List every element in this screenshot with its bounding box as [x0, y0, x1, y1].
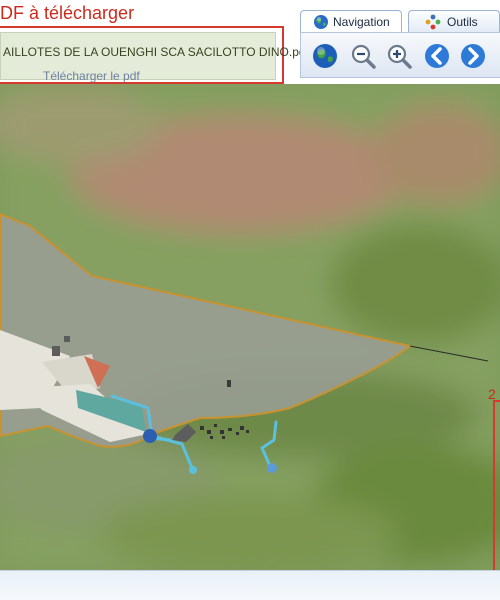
download-pdf-link[interactable]: Télécharger le pdf: [43, 69, 140, 83]
navigation-toolbar: [300, 32, 500, 78]
map-canvas: [0, 84, 500, 570]
map-view[interactable]: [0, 84, 500, 570]
tab-navigation[interactable]: Navigation: [300, 10, 402, 32]
tab-bar: Navigation Outils: [300, 10, 500, 32]
building-small: [52, 346, 60, 356]
water-node[interactable]: [267, 463, 277, 473]
globe-icon: [314, 15, 328, 29]
tools-icon: [425, 14, 441, 30]
forward-arrow-icon[interactable]: [459, 42, 487, 70]
water-node[interactable]: [143, 429, 157, 443]
tab-outils[interactable]: Outils: [408, 10, 500, 32]
back-arrow-icon[interactable]: [423, 42, 451, 70]
pdf-download-inner: AILLOTES DE LA OUENGHI SCA SACILOTTO DIN…: [0, 32, 309, 83]
water-node[interactable]: [189, 466, 197, 474]
pdf-download-panel: AILLOTES DE LA OUENGHI SCA SACILOTTO DIN…: [0, 26, 309, 84]
tab-outils-label: Outils: [447, 15, 478, 29]
tab-navigation-label: Navigation: [333, 15, 390, 29]
globe-icon[interactable]: [311, 42, 339, 70]
status-bar: [0, 570, 500, 600]
pdf-section-title: DF à télécharger: [0, 3, 135, 23]
building-small: [227, 380, 231, 387]
zoom-out-icon[interactable]: [349, 42, 377, 70]
highlight-frame: [493, 400, 500, 577]
zoom-in-icon[interactable]: [385, 42, 413, 70]
header-bar: DF à télécharger AILLOTES DE LA OUENGHI …: [0, 0, 500, 84]
building-small: [64, 336, 70, 342]
pdf-filename: AILLOTES DE LA OUENGHI SCA SACILOTTO DIN…: [3, 45, 309, 59]
